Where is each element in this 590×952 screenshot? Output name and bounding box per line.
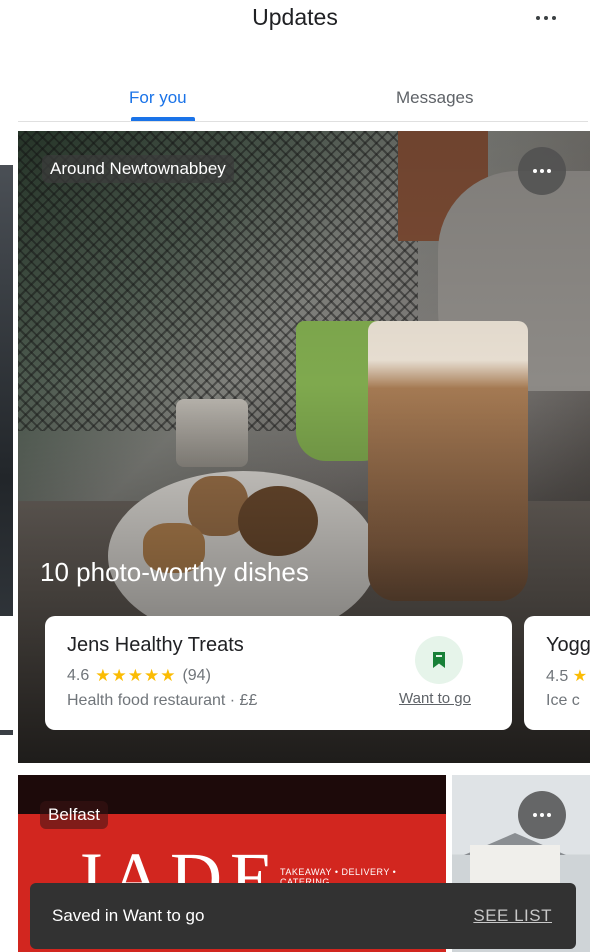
snackbar: Saved in Want to go SEE LIST [30, 883, 576, 949]
app-header: Updates [0, 0, 590, 60]
star-icon: ★ [572, 668, 588, 685]
location-chip: Around Newtownabbey [42, 155, 234, 183]
more-options-icon[interactable] [528, 6, 564, 30]
see-list-button[interactable]: SEE LIST [473, 906, 552, 926]
tabs-divider [18, 121, 588, 122]
snackbar-message: Saved in Want to go [52, 906, 205, 925]
place-name: Yogg [546, 634, 590, 656]
card-more-options-icon[interactable] [518, 147, 566, 195]
card-more-options-icon[interactable] [518, 791, 566, 839]
place-rating-row: 4.5 ★ [546, 666, 587, 686]
save-button[interactable] [415, 636, 463, 684]
place-rating: 4.5 [546, 668, 569, 685]
location-chip: Belfast [40, 801, 108, 829]
place-rating-row: 4.6 ★★★★★ (94) [67, 666, 211, 686]
tab-messages[interactable]: Messages [396, 88, 473, 108]
want-to-go-link[interactable]: Want to go [399, 690, 471, 707]
card-headline: 10 photo-worthy dishes [40, 557, 309, 587]
place-category: Health food restaurant · ££ [67, 692, 258, 709]
place-card-jens-healthy-treats[interactable]: Jens Healthy Treats 4.6 ★★★★★ (94) Healt… [45, 616, 512, 730]
feed-card-newtownabbey[interactable]: Around Newtownabbey 10 photo-worthy dish… [18, 131, 590, 763]
place-name: Jens Healthy Treats [67, 634, 244, 656]
tab-bar: For you Messages [0, 80, 590, 124]
rating-stars-icon: ★★★★★ [95, 666, 177, 685]
place-rating: 4.6 [67, 667, 90, 684]
review-count: (94) [182, 667, 211, 684]
tab-for-you[interactable]: For you [129, 88, 187, 108]
bookmark-icon [433, 652, 445, 668]
place-card-peek-next[interactable]: Yogg 4.5 ★ Ice c [524, 616, 590, 730]
place-category: Ice c [546, 692, 580, 709]
page-title: Updates [252, 4, 338, 30]
